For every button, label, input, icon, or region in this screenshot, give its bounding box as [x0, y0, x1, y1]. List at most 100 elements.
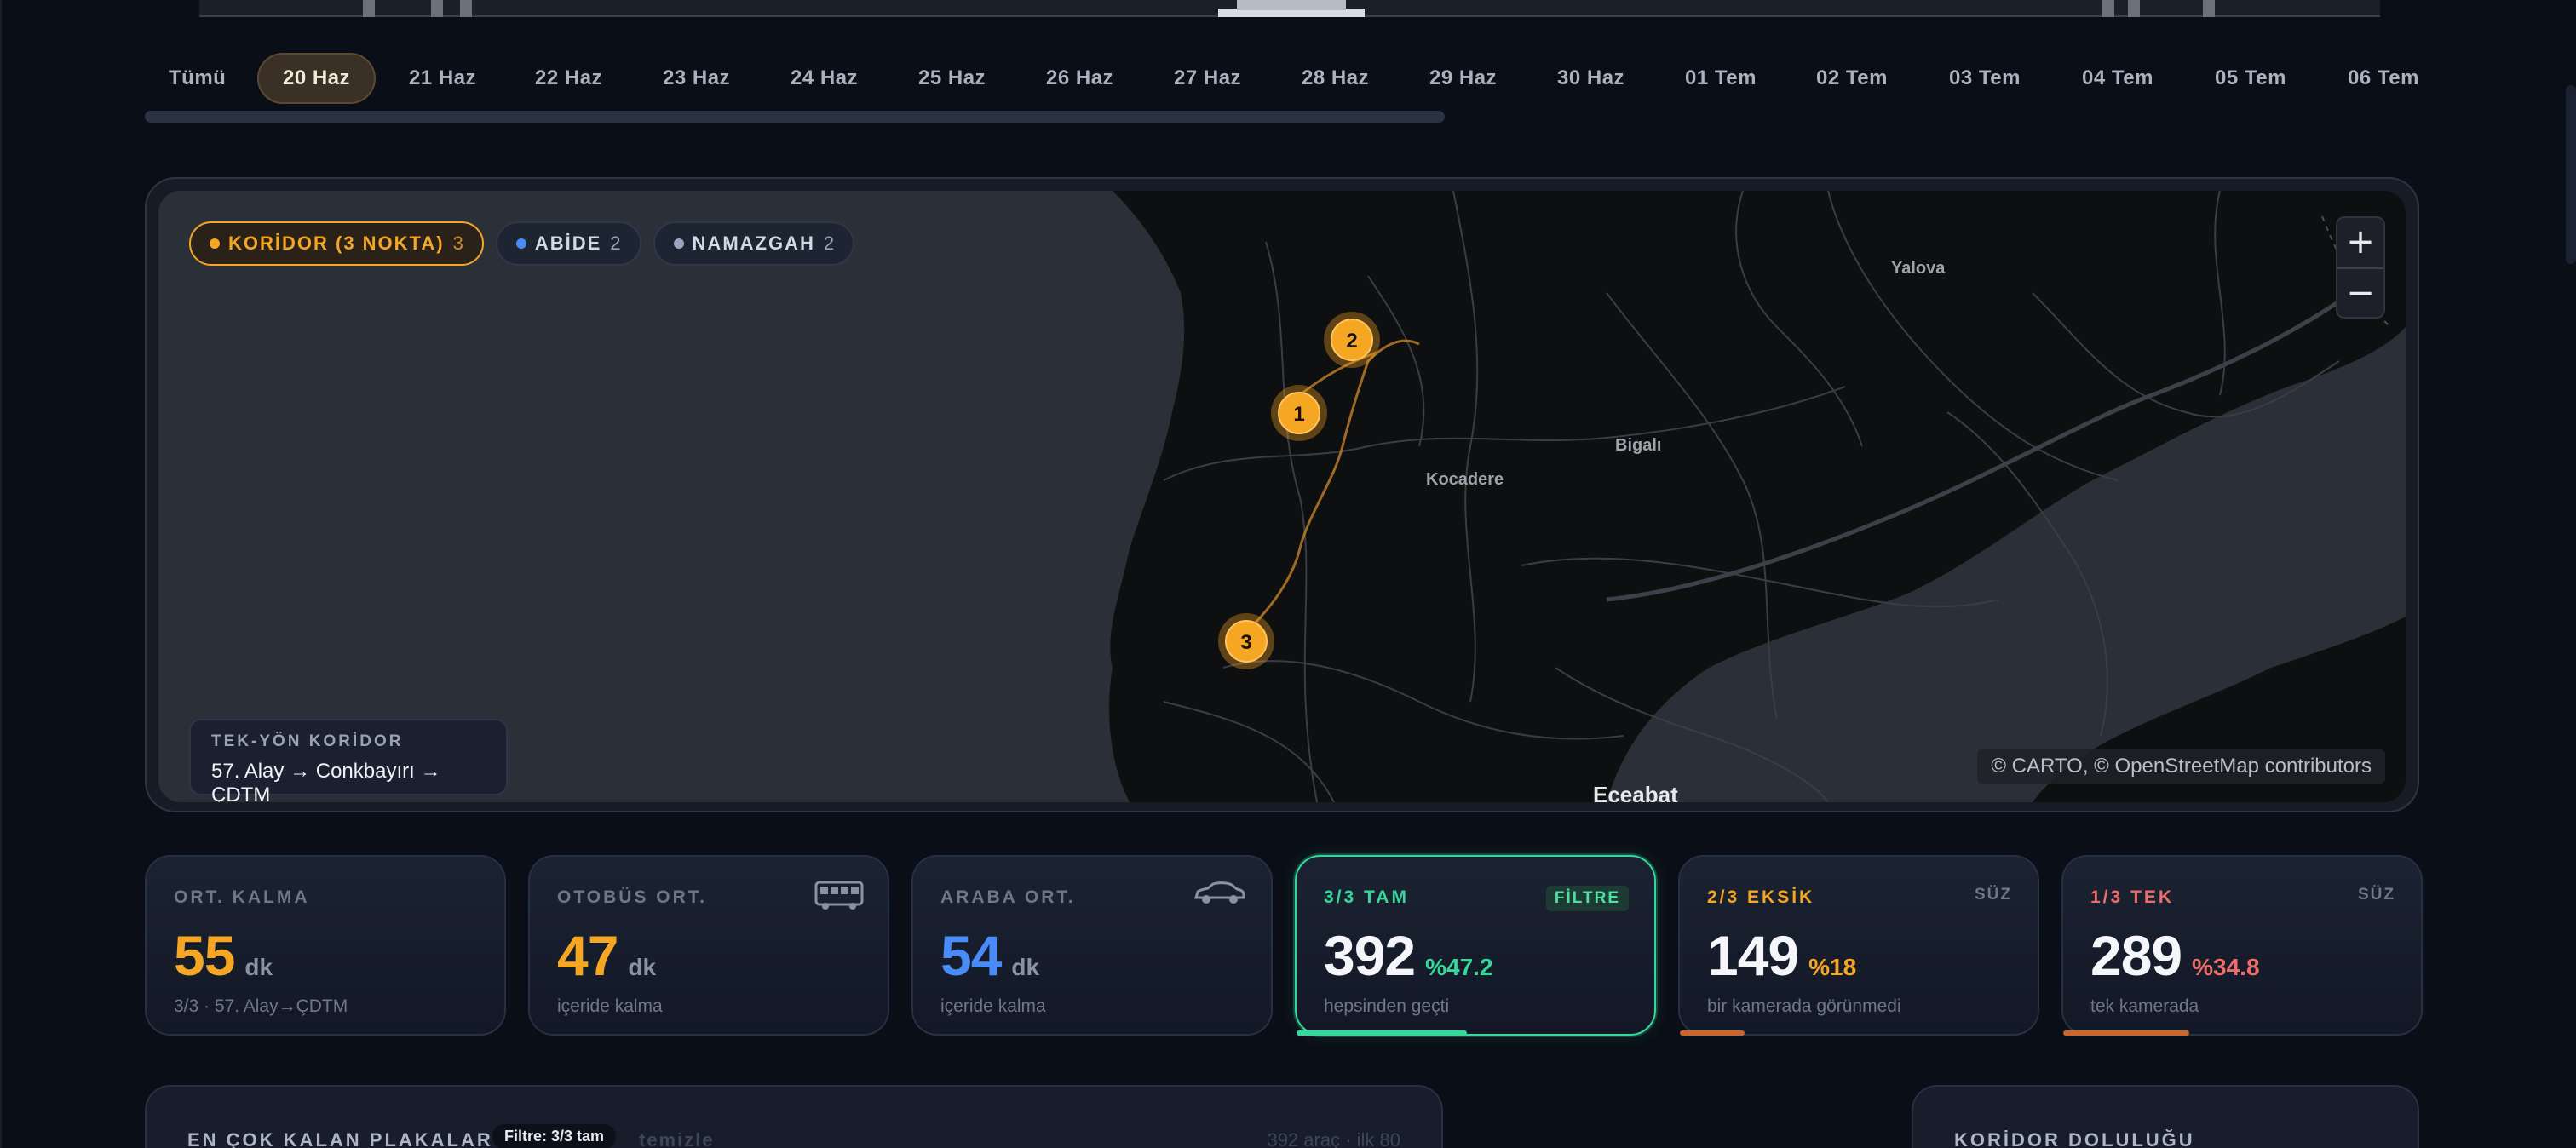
stat-unit: dk	[628, 954, 657, 980]
zoom-in-button[interactable]: +	[2337, 218, 2383, 267]
map-marker-2[interactable]: 2	[1324, 312, 1380, 368]
layer-filter-chips: KORİDOR (3 NOKTA) 3 ABİDE 2 NAMAZGAH 2	[189, 221, 855, 266]
date-tab[interactable]: 23 Haz	[639, 53, 754, 104]
date-tab[interactable]: 04 Tem	[2058, 53, 2177, 104]
date-tab[interactable]: 22 Haz	[511, 53, 626, 104]
stat-value: 54	[940, 924, 1002, 987]
stat-value: 289	[2090, 924, 2182, 987]
stat-cards: ORT. KALMA 55 dk 3/3 · 57. Alay→ÇDTM OTO…	[145, 855, 2423, 1037]
bus-icon	[814, 881, 864, 916]
timeline-bar	[2102, 0, 2114, 17]
stat-sub: 3/3 · 57. Alay→ÇDTM	[174, 996, 348, 1016]
stat-sub: içeride kalma	[940, 996, 1046, 1016]
map-label-eceabat: Eceabat	[1593, 782, 1678, 802]
stat-unit: dk	[1011, 954, 1040, 980]
date-tab[interactable]: 21 Haz	[385, 53, 500, 104]
route-info-box: TEK-YÖN KORİDOR 57. Alay → Conkbayırı → …	[189, 719, 508, 802]
corridor-occupancy-card: KORİDOR DOLULUĞU	[1912, 1085, 2419, 1148]
date-tab[interactable]: 30 Haz	[1533, 53, 1648, 104]
route-kicker: TEK-YÖN KORİDOR	[211, 732, 404, 750]
stat-percent: %34.8	[2192, 954, 2260, 980]
map-label-yalova: Yalova	[1891, 259, 1946, 278]
date-tabs-scrollbar[interactable]	[145, 111, 1445, 123]
stat-value: 47	[557, 924, 618, 987]
timeline-bar	[2203, 0, 2215, 17]
corridor-occupancy-title: KORİDOR DOLULUĞU	[1954, 1129, 2195, 1148]
stat-sub: bir kamerada görünmedi	[1707, 996, 1901, 1016]
timeline-bar	[460, 0, 472, 17]
map-marker-1[interactable]: 1	[1271, 385, 1327, 441]
page-scrollbar[interactable]	[2566, 85, 2576, 264]
stat-label: 1/3 TEK	[2090, 887, 2175, 907]
date-tab[interactable]: 20 Haz	[257, 53, 377, 104]
stat-full-3of3[interactable]: 3/3 TAM FİLTRE 392 %47.2 hepsinden geçti	[1295, 855, 1656, 1036]
stat-sub: hepsinden geçti	[1324, 996, 1450, 1016]
layer-chip-label: NAMAZGAH	[692, 232, 815, 254]
stat-label: ORT. KALMA	[174, 887, 310, 907]
layer-color-dot	[210, 238, 220, 249]
date-tab[interactable]: 02 Tem	[1792, 53, 1912, 104]
map-card: KORİDOR (3 NOKTA) 3 ABİDE 2 NAMAZGAH 2 + − 1 …	[145, 177, 2419, 812]
layer-chip-label: ABİDE	[534, 232, 602, 254]
layer-chip[interactable]: ABİDE 2	[495, 221, 641, 266]
layer-chip[interactable]: NAMAZGAH 2	[653, 221, 855, 266]
map-label-bigali: Bigalı	[1615, 436, 1662, 455]
map-canvas	[1109, 191, 2406, 802]
plates-meta: 392 araç · ilk 80	[1267, 1129, 1400, 1148]
stat-car-avg: ARABA ORT. 54 dk içeride kalma	[911, 855, 1273, 1036]
stat-label: 2/3 EKSİK	[1707, 887, 1815, 907]
window-edge	[0, 0, 2, 1148]
stat-progress-bar	[2063, 1030, 2189, 1036]
date-tab[interactable]: 27 Haz	[1150, 53, 1265, 104]
filter-link[interactable]: SÜZ	[1975, 886, 2012, 904]
layer-color-dot	[673, 238, 684, 249]
stat-single-1of3[interactable]: 1/3 TEK SÜZ 289 %34.8 tek kamerada	[2061, 855, 2423, 1036]
layer-chip-count: 2	[823, 232, 835, 254]
stat-unit: dk	[244, 954, 273, 980]
stat-value: 392	[1324, 924, 1416, 987]
layer-chip-count: 3	[452, 232, 463, 254]
map-label-kocadere: Kocadere	[1426, 470, 1504, 489]
stat-value: 55	[174, 924, 235, 987]
stat-value: 149	[1707, 924, 1799, 987]
stat-sub: içeride kalma	[557, 996, 663, 1016]
top-plates-title: EN ÇOK KALAN PLAKALAR	[187, 1129, 493, 1148]
filter-link[interactable]: SÜZ	[2358, 886, 2395, 904]
layer-color-dot	[515, 238, 526, 249]
stat-percent: %47.2	[1425, 954, 1493, 980]
layer-chip-count: 2	[610, 232, 621, 254]
date-tab[interactable]: 03 Tem	[1925, 53, 2044, 104]
stat-missing-2of3[interactable]: 2/3 EKSİK SÜZ 149 %18 bir kamerada görün…	[1678, 855, 2039, 1036]
stat-avg-stay: ORT. KALMA 55 dk 3/3 · 57. Alay→ÇDTM	[145, 855, 506, 1036]
stat-sub: tek kamerada	[2090, 996, 2199, 1016]
stat-progress-bar	[1297, 1030, 1467, 1036]
map-marker-3[interactable]: 3	[1218, 613, 1274, 669]
top-plates-card: EN ÇOK KALAN PLAKALAR Filtre: 3/3 tam te…	[145, 1085, 1443, 1148]
date-tab[interactable]: 28 Haz	[1278, 53, 1393, 104]
map-view[interactable]: KORİDOR (3 NOKTA) 3 ABİDE 2 NAMAZGAH 2 + − 1 …	[158, 191, 2406, 802]
route-text: 57. Alay → Conkbayırı → ÇDTM	[211, 760, 441, 802]
date-tab[interactable]: 01 Tem	[1661, 53, 1780, 104]
timeline-bar	[2128, 0, 2140, 17]
layer-chip-label: KORİDOR (3 NOKTA)	[228, 232, 445, 254]
date-tab[interactable]: Tümü	[145, 53, 250, 104]
date-tab[interactable]: 25 Haz	[894, 53, 1009, 104]
car-icon	[1193, 881, 1247, 910]
stat-progress-bar	[1680, 1030, 1745, 1036]
date-tab[interactable]: 24 Haz	[767, 53, 882, 104]
layer-chip[interactable]: KORİDOR (3 NOKTA) 3	[189, 221, 484, 266]
filter-badge[interactable]: FİLTRE	[1545, 886, 1629, 911]
zoom-control: + −	[2336, 216, 2385, 319]
map-attribution[interactable]: © CARTO, © OpenStreetMap contributors	[1977, 749, 2385, 784]
stat-percent: %18	[1808, 954, 1857, 980]
date-tab[interactable]: 06 Tem	[2324, 53, 2428, 104]
clear-filter-link[interactable]: temizle	[639, 1129, 715, 1148]
timeline-bar	[431, 0, 443, 17]
timeline-bar	[363, 0, 375, 17]
timeline-peak	[1218, 0, 1365, 17]
stat-bus-avg: OTOBÜS ORT. 47 dk içeride kalma	[528, 855, 889, 1036]
zoom-out-button[interactable]: −	[2337, 267, 2383, 317]
date-tab[interactable]: 26 Haz	[1022, 53, 1137, 104]
date-tab[interactable]: 05 Tem	[2191, 53, 2310, 104]
date-tab[interactable]: 29 Haz	[1406, 53, 1521, 104]
